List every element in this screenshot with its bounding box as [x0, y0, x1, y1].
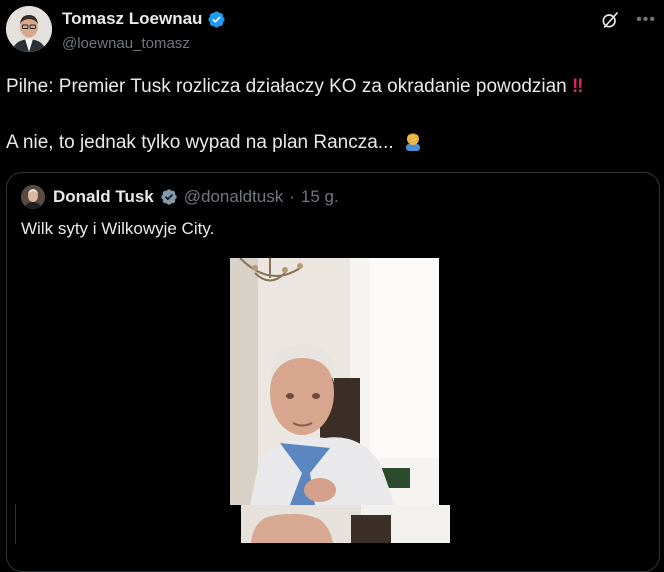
author-avatar[interactable] — [6, 6, 52, 52]
quoted-author-handle[interactable]: @donaldtusk — [184, 187, 284, 207]
author-name[interactable]: Tomasz Loewnau — [62, 9, 226, 29]
more-icon[interactable]: ••• — [636, 11, 656, 29]
photo-2-image — [241, 505, 450, 543]
tweet-text-line-2-content: A nie, to jednak tylko wypad na plan Ran… — [6, 132, 394, 153]
quoted-divider — [15, 504, 16, 544]
author-name-text: Tomasz Loewnau — [62, 9, 203, 28]
tweet-text-line-2: A nie, to jednak tylko wypad na plan Ran… — [6, 131, 423, 154]
author-avatar-image — [6, 6, 52, 52]
quoted-author-avatar[interactable] — [21, 185, 45, 209]
top-right-actions: ••• — [600, 10, 656, 30]
grok-icon[interactable] — [600, 10, 620, 30]
quoted-verified-badge-icon — [161, 189, 177, 205]
verified-badge-icon — [208, 10, 226, 28]
quoted-timestamp[interactable]: 15 g. — [301, 187, 339, 207]
photo-image — [230, 258, 439, 505]
author-handle[interactable]: @loewnau_tomasz — [62, 35, 190, 52]
quoted-media-photo[interactable] — [230, 258, 439, 505]
quoted-media-photo-2[interactable] — [241, 505, 450, 543]
facepalm-emoji-icon — [405, 133, 420, 151]
quoted-author-name[interactable]: Donald Tusk — [53, 187, 154, 207]
quoted-separator: · — [289, 187, 295, 206]
tweet-text-line-1-content: Pilne: Premier Tusk rozlicza działaczy K… — [6, 76, 567, 97]
tweet-text-line-1: Pilne: Premier Tusk rozlicza działaczy K… — [6, 76, 584, 98]
quoted-header: Donald Tusk @donaldtusk · 15 g. — [53, 187, 339, 207]
quoted-author-avatar-image — [21, 185, 45, 209]
quoted-tweet-text: Wilk syty i Wilkowyje City. — [21, 219, 215, 238]
double-exclamation-emoji: ‼ — [572, 76, 584, 97]
